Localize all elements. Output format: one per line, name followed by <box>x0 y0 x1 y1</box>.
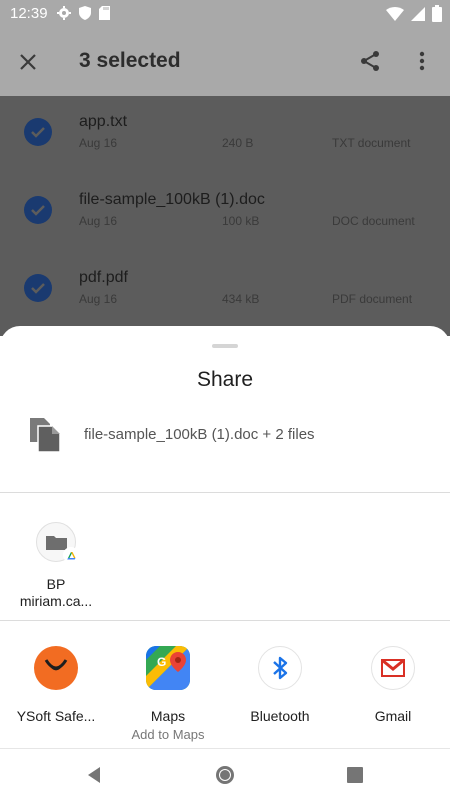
app-label: YSoft Safe... <box>16 708 96 724</box>
file-name: pdf.pdf <box>79 269 128 286</box>
direct-target-label-2: miriam.ca... <box>19 593 93 609</box>
file-size: 240 B <box>222 136 254 150</box>
check-circle-icon[interactable] <box>24 118 52 146</box>
file-type: DOC document <box>332 214 415 228</box>
file-date: Aug 16 <box>79 214 118 228</box>
app-target-bluetooth[interactable]: Bluetooth <box>224 646 336 724</box>
svg-text:G: G <box>157 655 166 669</box>
check-circle-icon[interactable] <box>24 274 52 302</box>
divider <box>0 492 450 493</box>
selection-count-title: 3 selected <box>79 49 181 72</box>
more-vert-icon[interactable] <box>412 49 432 73</box>
app-target-maps[interactable]: G Maps Add to Maps <box>112 646 224 742</box>
navigation-bar <box>0 748 450 800</box>
file-size: 434 kB <box>222 292 260 306</box>
file-row[interactable]: pdf.pdf Aug 16 434 kB PDF document <box>0 252 450 330</box>
divider <box>0 620 450 621</box>
app-bar: 3 selected <box>0 26 450 96</box>
app-target-ysoft[interactable]: YSoft Safe... <box>0 646 112 724</box>
file-name: app.txt <box>79 113 128 130</box>
drag-handle[interactable] <box>212 344 238 348</box>
file-list: app.txt Aug 16 240 B TXT document file-s… <box>0 96 450 336</box>
back-icon[interactable] <box>84 764 106 786</box>
status-time: 12:39 <box>10 5 48 22</box>
app-label: Bluetooth <box>250 708 310 724</box>
gear-icon <box>56 5 72 26</box>
shield-icon <box>78 5 92 26</box>
file-type: PDF document <box>332 292 413 306</box>
app-sublabel: Add to Maps <box>131 727 205 742</box>
close-icon[interactable] <box>16 50 40 74</box>
file-date: Aug 16 <box>79 292 118 306</box>
share-sheet: Share file-sample_100kB (1).doc + 2 file… <box>0 326 450 754</box>
app-target-gmail[interactable]: Gmail <box>337 646 449 724</box>
app-label: Gmail <box>374 708 412 724</box>
share-icon[interactable] <box>358 49 382 73</box>
ysoft-icon <box>34 646 78 690</box>
app-targets: YSoft Safe... G Maps Add to Maps Bluetoo… <box>0 646 450 754</box>
files-copy-icon <box>26 414 66 454</box>
file-row[interactable]: app.txt Aug 16 240 B TXT document <box>0 96 450 174</box>
bluetooth-icon <box>258 646 302 690</box>
recents-icon[interactable] <box>344 764 366 786</box>
maps-icon: G <box>146 646 190 690</box>
home-icon[interactable] <box>214 764 236 786</box>
sd-card-icon <box>98 5 111 26</box>
share-preview-text: file-sample_100kB (1).doc + 2 files <box>84 426 315 443</box>
gmail-icon <box>371 646 415 690</box>
app-label: Maps <box>150 708 186 724</box>
file-row[interactable]: file-sample_100kB (1).doc Aug 16 100 kB … <box>0 174 450 252</box>
share-sheet-title: Share <box>196 368 254 391</box>
drive-badge-icon <box>63 547 79 563</box>
file-name: file-sample_100kB (1).doc <box>79 191 265 208</box>
direct-target-label-1: BP <box>46 576 66 592</box>
direct-share-target[interactable]: BP miriam.ca... <box>16 522 96 610</box>
cellular-icon <box>410 6 426 27</box>
check-circle-icon[interactable] <box>24 196 52 224</box>
file-size: 100 kB <box>222 214 260 228</box>
file-date: Aug 16 <box>79 136 118 150</box>
battery-icon <box>432 5 442 27</box>
status-bar: 12:39 <box>0 0 450 26</box>
wifi-icon <box>386 6 404 27</box>
avatar <box>36 522 79 563</box>
file-type: TXT document <box>332 136 411 150</box>
